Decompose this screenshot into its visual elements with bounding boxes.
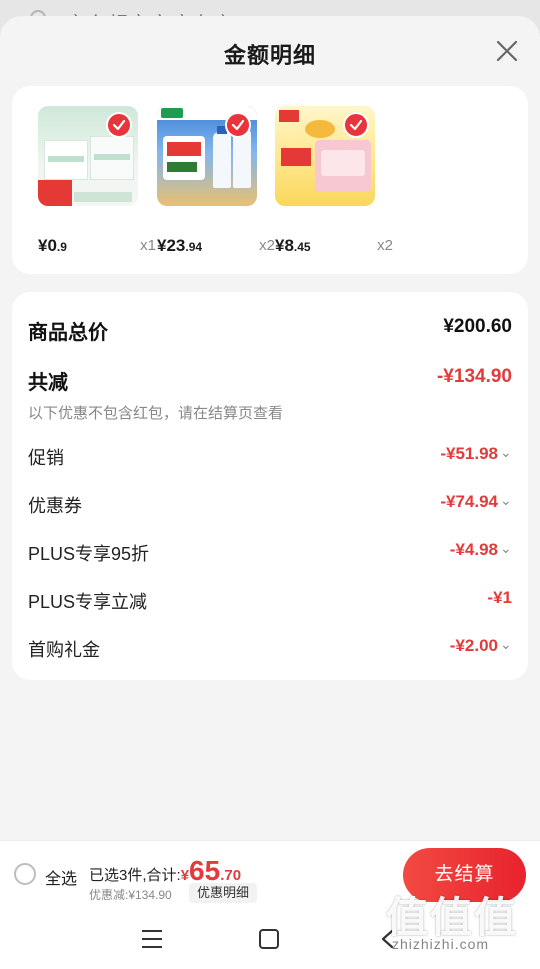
total-amount-dec: .70 [220, 867, 242, 884]
home-icon[interactable] [259, 929, 279, 949]
discount-summary: 优惠减:¥134.90 [89, 888, 172, 902]
close-button[interactable] [492, 36, 522, 66]
discount-value: -¥2.00 ⌄ [449, 636, 512, 655]
checked-icon [225, 112, 251, 138]
total-price-value: ¥200.60 [443, 316, 512, 337]
chevron-down-icon: ⌄ [500, 636, 512, 652]
discount-row-first-gift[interactable]: 首购礼金 -¥2.00 ⌄ [28, 636, 512, 666]
discount-label: 优惠券 [28, 496, 82, 516]
product-price: ¥0.9 [38, 236, 67, 255]
price-summary-card: 商品总价 ¥200.60 共减 -¥134.90 以下优惠不包含红包，请在结算页… [12, 292, 528, 680]
discount-note: 以下优惠不包含红包，请在结算页查看 [28, 405, 284, 422]
discount-row-plus95[interactable]: PLUS专享95折 -¥4.98 ⌄ [28, 540, 512, 570]
total-amount-int: 65 [189, 855, 221, 886]
discount-value: -¥74.94 ⌄ [440, 492, 512, 511]
product-item[interactable]: ¥0.9 x1 [38, 106, 158, 255]
product-qty: x2 [377, 237, 393, 254]
total-reduce-value: -¥134.90 [436, 366, 512, 387]
total-price-row: 商品总价 ¥200.60 [28, 316, 512, 346]
discount-row-coupon[interactable]: 优惠券 -¥74.94 ⌄ [28, 492, 512, 522]
checked-icon [343, 112, 369, 138]
discount-row-plus-reduce: PLUS专享立减 -¥1 [28, 588, 512, 618]
discount-label: PLUS专享95折 [28, 544, 150, 564]
amount-detail-sheet: 金额明细 ¥0.9 x1 ¥23.94 x2 ¥8.45 x2 商品总价 ¥20… [0, 16, 540, 846]
checked-icon [106, 112, 132, 138]
product-price-row: ¥23.94 x2 [157, 232, 275, 256]
product-price: ¥8.45 [275, 236, 311, 255]
discount-value: -¥51.98 ⌄ [440, 444, 512, 463]
total-reduce-label: 共减 [28, 372, 68, 394]
discount-label: 首购礼金 [28, 640, 100, 660]
sheet-title: 金额明细 [223, 43, 316, 68]
product-price-row: ¥0.9 x1 [38, 232, 156, 256]
chevron-down-icon: ⌄ [500, 540, 512, 556]
discount-detail-button[interactable]: 优惠明细 [189, 883, 258, 903]
chevron-down-icon: ⌄ [500, 444, 512, 460]
chevron-down-icon: ⌄ [500, 492, 512, 508]
tissue-product-image [38, 106, 138, 206]
product-item[interactable]: ¥8.45 x2 [275, 106, 395, 255]
milk-product-image [157, 106, 257, 206]
product-item[interactable]: ¥23.94 x2 [157, 106, 277, 255]
total-currency: ¥ [180, 867, 190, 884]
product-price: ¥23.94 [157, 236, 203, 255]
discount-value: -¥1 [487, 588, 512, 607]
products-card: ¥0.9 x1 ¥23.94 x2 ¥8.45 x2 [12, 86, 528, 274]
product-qty: x1 [140, 237, 156, 254]
menu-icon[interactable] [142, 930, 162, 948]
watermark-url: zhizhizhi.com [392, 936, 490, 952]
select-all-radio[interactable] [14, 863, 36, 885]
site-watermark: 值值值 zhizhizhi.com [386, 884, 526, 962]
discount-row-promotion[interactable]: 促销 -¥51.98 ⌄ [28, 444, 512, 474]
product-qty: x2 [259, 237, 275, 254]
select-all-label[interactable]: 全选 [45, 865, 77, 889]
product-price-row: ¥8.45 x2 [275, 232, 393, 256]
discount-label: PLUS专享立减 [28, 592, 148, 612]
selected-count-text: 已选3件,合计: [89, 867, 181, 884]
close-icon [496, 40, 518, 62]
discount-label: 促销 [28, 448, 64, 468]
snack-product-image [275, 106, 375, 206]
sheet-header: 金额明细 [0, 16, 540, 84]
total-reduce-row: 共减 -¥134.90 [28, 366, 512, 396]
discount-value: -¥4.98 ⌄ [449, 540, 512, 559]
total-price-label: 商品总价 [28, 322, 108, 344]
